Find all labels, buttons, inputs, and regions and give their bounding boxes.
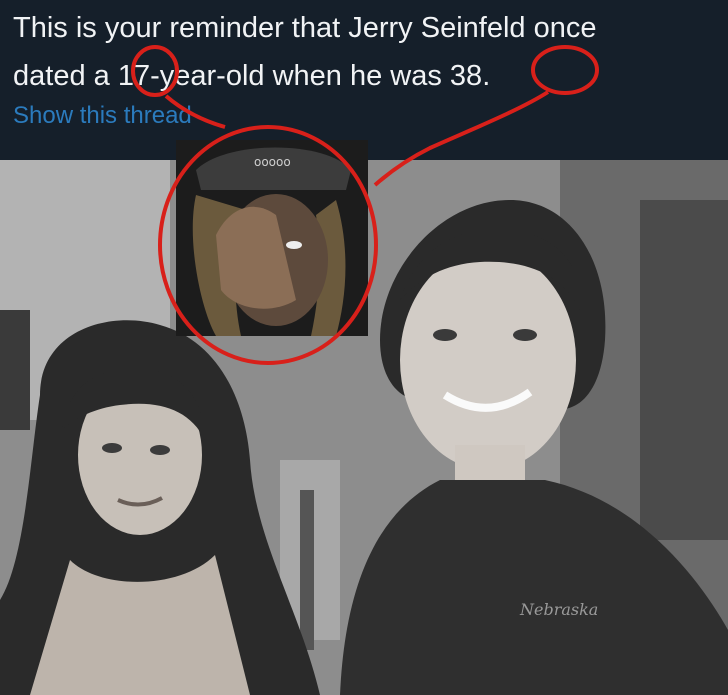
tweet-line-2-pre: dated a [13, 60, 118, 92]
tweet-line-2-post: . [482, 60, 491, 92]
cap-text: ooooo [254, 155, 291, 169]
tweet-header: This is your reminder that Jerry Seinfel… [0, 0, 728, 160]
age-38: 38 [449, 60, 483, 92]
show-thread-link[interactable]: Show this thread [13, 100, 192, 132]
shirt-caption: Nebraska [519, 600, 598, 619]
inset-illustration: ooooo [176, 140, 368, 336]
tweet-line-2-mid: -year-old when he was [150, 60, 450, 92]
tweet-line-2: dated a 17-year-old when he was 38. [13, 52, 725, 100]
tweet-line-1: This is your reminder that Jerry Seinfel… [13, 12, 597, 44]
tweet-text: This is your reminder that Jerry Seinfel… [13, 4, 725, 100]
inset-photo: ooooo [176, 140, 368, 336]
age-17: 17 [117, 60, 151, 92]
